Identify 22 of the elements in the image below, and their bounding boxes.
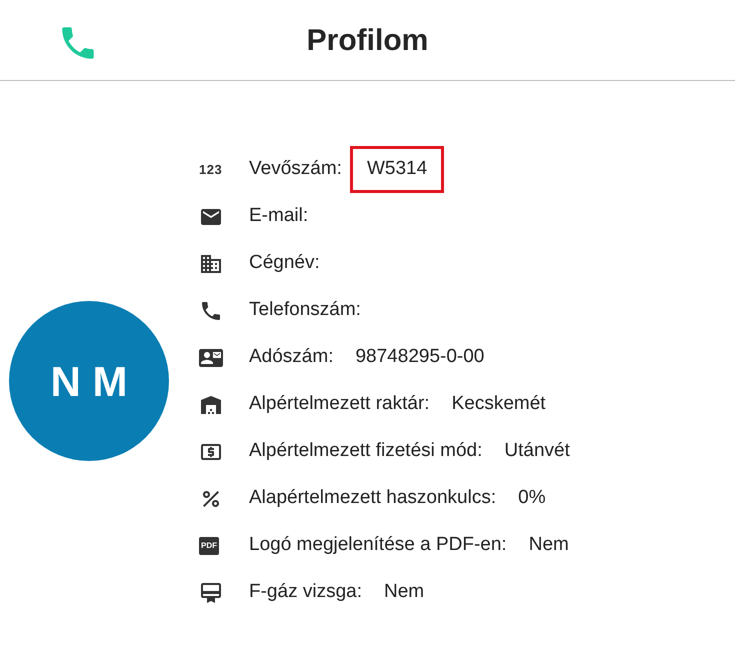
certificate-icon bbox=[199, 580, 223, 604]
field-label: F-gáz vizsga: bbox=[249, 580, 362, 604]
field-label: Alpértelmezett fizetési mód: bbox=[249, 439, 482, 464]
field-value: Nem bbox=[528, 533, 569, 558]
field-value: 0% bbox=[518, 486, 546, 510]
field-label: Vevőszám: bbox=[249, 157, 342, 182]
field-label: Alpértelmezett raktár: bbox=[249, 392, 430, 416]
field-value: Nem bbox=[384, 580, 424, 604]
field-value: 98748295-0-00 bbox=[355, 345, 484, 370]
field-label: Cégnév: bbox=[249, 251, 320, 276]
field-label: Logó megjelenítése a PDF-en: bbox=[249, 533, 507, 558]
field-label: Telefonszám: bbox=[249, 298, 361, 322]
number-icon: 123 bbox=[199, 163, 222, 176]
pdf-icon: PDF bbox=[199, 536, 219, 554]
field-value: W5314 bbox=[350, 146, 444, 193]
page-title: Profilom bbox=[306, 22, 428, 58]
field-label: Alapértelmezett haszonkulcs: bbox=[249, 486, 496, 510]
field-label: Adószám: bbox=[249, 345, 334, 370]
field-value: Utánvét bbox=[504, 439, 570, 464]
field-value: Kecskemét bbox=[452, 392, 546, 416]
field-label: E-mail: bbox=[249, 204, 308, 228]
avatar: N M bbox=[9, 301, 169, 461]
